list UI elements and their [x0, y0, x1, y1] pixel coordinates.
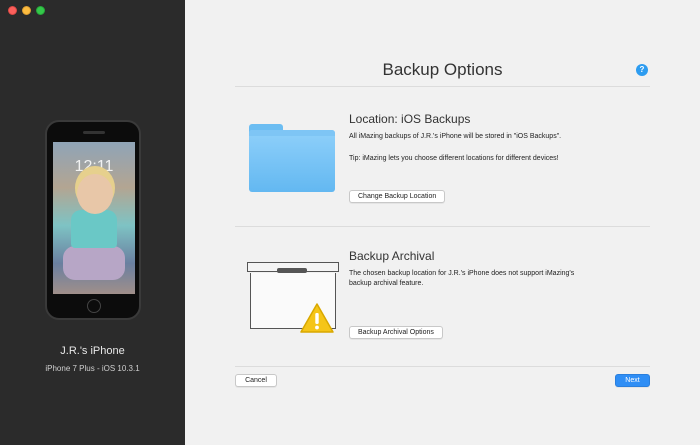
phone-speaker	[83, 131, 105, 134]
wallpaper-photo-legs	[63, 246, 125, 280]
location-tip: Tip: iMazing lets you choose different l…	[349, 155, 559, 162]
location-description: All iMazing backups of J.R.'s iPhone wil…	[349, 133, 562, 140]
archival-heading: Backup Archival	[349, 249, 435, 263]
app-window: 12:11 J.R.'s iPhone iPhone 7 Plus - iOS …	[0, 0, 700, 445]
device-model-info: iPhone 7 Plus - iOS 10.3.1	[45, 364, 140, 373]
folder-icon	[249, 124, 335, 192]
phone-home-button	[87, 299, 101, 313]
window-controls	[8, 6, 45, 15]
wallpaper-photo-head	[77, 174, 113, 214]
folder-body	[249, 130, 335, 192]
device-sidebar: 12:11 J.R.'s iPhone iPhone 7 Plus - iOS …	[0, 0, 185, 445]
folder-highlight	[249, 130, 335, 136]
warning-icon	[300, 303, 334, 333]
device-name: J.R.'s iPhone	[60, 345, 125, 357]
title-divider	[235, 86, 650, 87]
archival-description-line2: backup archival feature.	[349, 280, 424, 287]
location-heading: Location: iOS Backups	[349, 112, 471, 126]
close-window-button[interactable]	[8, 6, 17, 15]
footer-divider	[235, 366, 650, 367]
minimize-window-button[interactable]	[22, 6, 31, 15]
backup-options-panel: Backup Options ? Location: iOS Backups A…	[185, 0, 700, 445]
zoom-window-button[interactable]	[36, 6, 45, 15]
cancel-button[interactable]: Cancel	[235, 374, 277, 387]
page-title: Backup Options	[382, 60, 503, 79]
archival-description-line1: The chosen backup location for J.R.'s iP…	[349, 270, 575, 277]
device-phone-image: 12:11	[45, 120, 141, 320]
change-backup-location-button[interactable]: Change Backup Location	[349, 190, 446, 203]
backup-archival-options-button[interactable]: Backup Archival Options	[349, 326, 443, 339]
next-button[interactable]: Next	[615, 374, 650, 387]
wallpaper-photo-body	[71, 210, 117, 248]
section-divider	[235, 226, 650, 227]
archive-box-warning-icon	[247, 258, 339, 334]
help-icon[interactable]: ?	[636, 64, 648, 76]
phone-lockscreen: 12:11	[53, 142, 135, 294]
